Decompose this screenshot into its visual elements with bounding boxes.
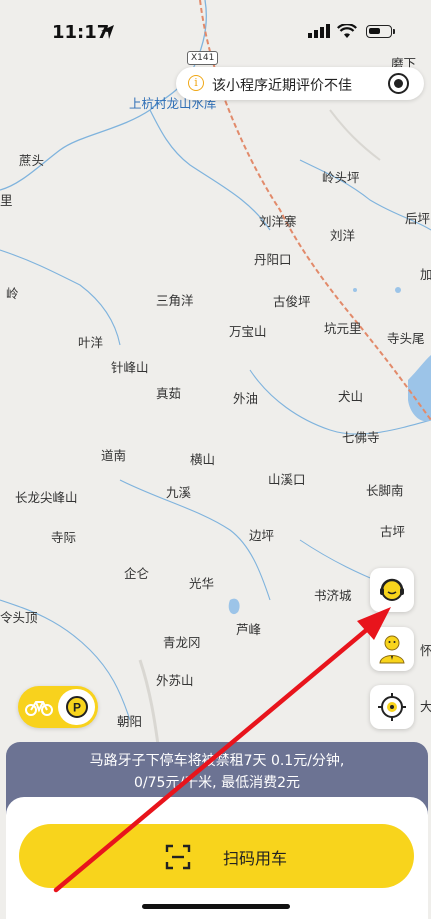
place-label: 光华 [189, 576, 215, 591]
place-label: 刘洋寨 [259, 214, 297, 229]
customer-service-button[interactable] [370, 568, 414, 612]
place-label: 七佛寺 [342, 430, 380, 445]
place-label: 芦峰 [236, 622, 262, 637]
place-label: 里 [0, 193, 13, 208]
place-label: 岭头坪 [322, 170, 360, 185]
place-label: 令头顶 [0, 610, 38, 625]
place-label: 坑元里 [324, 321, 362, 336]
parking-icon: P [66, 696, 88, 718]
place-label: 古俊坪 [273, 294, 311, 309]
place-label: 万宝山 [229, 324, 267, 339]
place-label: 怀 [420, 643, 431, 658]
notice-line-1: 马路牙子下停车将被禁租7天 0.1元/分钟, [89, 753, 345, 769]
crosshair-icon [378, 693, 406, 721]
headset-icon [380, 578, 404, 601]
review-warning-banner[interactable]: i 该小程序近期评价不佳 [176, 67, 424, 100]
place-label: 寺际 [51, 530, 77, 545]
place-label: 道南 [101, 448, 127, 463]
info-icon: i [188, 75, 204, 91]
place-label: 蔗头 [19, 153, 45, 168]
place-label: 长脚南 [366, 483, 404, 498]
wifi-icon [337, 24, 357, 38]
place-label: 企仑 [124, 566, 150, 581]
place-label: 岭 [6, 286, 19, 301]
home-indicator [142, 904, 290, 909]
place-label: 山溪口 [268, 472, 306, 487]
place-label: 九溪 [166, 485, 192, 500]
place-label: 书济城 [314, 588, 352, 603]
place-label: 大 [420, 699, 431, 714]
notice-line-2: 0/75元/千米, 最低消费2元 [134, 775, 300, 791]
place-label: 横山 [190, 452, 216, 467]
place-label: 加 [420, 267, 431, 282]
battery-icon [366, 25, 392, 38]
locate-me-button[interactable] [370, 685, 414, 729]
place-label: 犬山 [338, 389, 364, 404]
place-label: 外苏山 [156, 673, 194, 688]
review-warning-text: 该小程序近期评价不佳 [212, 78, 352, 94]
place-label: 三角洋 [156, 293, 194, 308]
location-arrow-icon [101, 25, 114, 39]
parking-mode-option[interactable]: P [58, 689, 95, 725]
place-label: 针峰山 [111, 360, 149, 375]
scan-icon [165, 844, 191, 870]
mode-toggle[interactable]: P [18, 686, 98, 728]
battery-tip [393, 29, 395, 34]
status-bar: 11:17 [0, 0, 431, 62]
scan-button-label: 扫码用车 [223, 849, 288, 868]
place-label: 寺头尾 [387, 331, 425, 346]
cellular-signal-icon [308, 24, 330, 38]
place-label: 朝阳 [117, 714, 143, 729]
place-label: 后坪 [405, 211, 431, 226]
place-label: 青龙冈 [163, 635, 201, 650]
place-label: 叶洋 [78, 335, 104, 350]
place-label: 刘洋 [330, 228, 356, 243]
scan-to-ride-button[interactable]: 扫码用车 [19, 824, 414, 888]
place-label: 外油 [233, 391, 259, 406]
user-avatar-icon [379, 635, 405, 664]
place-label: 古坪 [380, 524, 406, 539]
svg-text:P: P [73, 701, 81, 715]
profile-button[interactable] [370, 627, 414, 671]
place-label: 长龙尖峰山 [15, 490, 78, 505]
place-label: 真茹 [156, 386, 182, 401]
place-label: 丹阳口 [254, 252, 292, 267]
target-icon[interactable] [388, 73, 409, 94]
bicycle-icon[interactable] [25, 696, 53, 718]
place-label: 边坪 [249, 528, 275, 543]
